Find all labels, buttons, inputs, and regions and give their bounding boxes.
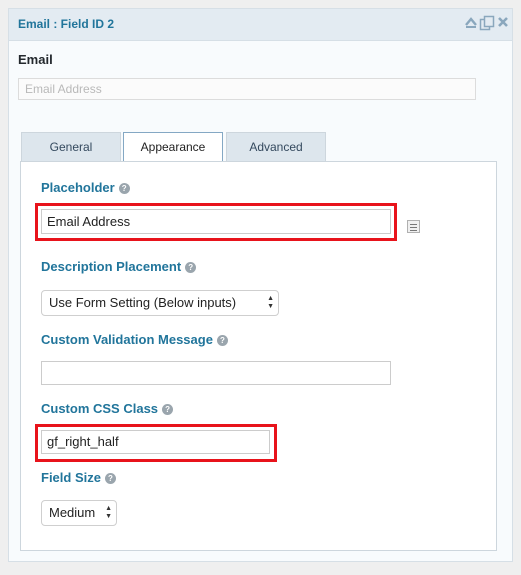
merge-tag-icon[interactable]	[407, 220, 420, 233]
custom-validation-input[interactable]	[41, 361, 391, 385]
tab-general[interactable]: General	[21, 132, 121, 161]
field-title: Email : Field ID 2	[18, 17, 115, 31]
delete-icon[interactable]	[495, 15, 511, 33]
tab-appearance[interactable]: Appearance	[123, 132, 223, 162]
preview-field-label: Email	[18, 52, 53, 67]
description-placement-label-text: Description Placement	[41, 259, 182, 274]
custom-css-label-text: Custom CSS Class	[41, 401, 159, 416]
tab-advanced[interactable]: Advanced	[226, 132, 326, 161]
custom-validation-setting-label: Custom Validation Message?	[41, 332, 228, 347]
highlight-box	[35, 203, 397, 241]
help-icon[interactable]: ?	[118, 183, 130, 194]
field-size-select[interactable]: Medium ▲ ▼	[41, 500, 117, 526]
field-size-label-text: Field Size	[41, 470, 101, 485]
placeholder-label-text: Placeholder	[41, 180, 115, 195]
custom-css-setting-label: Custom CSS Class?	[41, 401, 174, 416]
duplicate-icon[interactable]	[479, 15, 495, 33]
help-icon[interactable]: ?	[216, 335, 228, 346]
field-settings-panel: Email : Field ID 2 Email Email Address G…	[8, 8, 513, 562]
field-size-value: Medium	[49, 505, 96, 520]
panel-header[interactable]: Email : Field ID 2	[9, 9, 512, 41]
custom-validation-label-text: Custom Validation Message	[41, 332, 213, 347]
preview-email-input[interactable]: Email Address	[18, 78, 476, 100]
description-placement-value: Use Form Setting (Below inputs)	[49, 295, 237, 310]
description-placement-select[interactable]: Use Form Setting (Below inputs) ▲ ▼	[41, 290, 279, 316]
field-size-setting-label: Field Size?	[41, 470, 116, 485]
help-icon[interactable]: ?	[162, 404, 174, 415]
description-placement-setting-label: Description Placement?	[41, 259, 197, 274]
help-icon[interactable]: ?	[104, 473, 116, 484]
select-arrows-icon: ▲ ▼	[105, 505, 112, 520]
help-icon[interactable]: ?	[185, 262, 197, 273]
collapse-icon[interactable]	[463, 15, 479, 33]
select-arrows-icon: ▲ ▼	[267, 295, 274, 310]
highlight-box	[35, 424, 277, 462]
placeholder-setting-label: Placeholder?	[41, 180, 130, 195]
